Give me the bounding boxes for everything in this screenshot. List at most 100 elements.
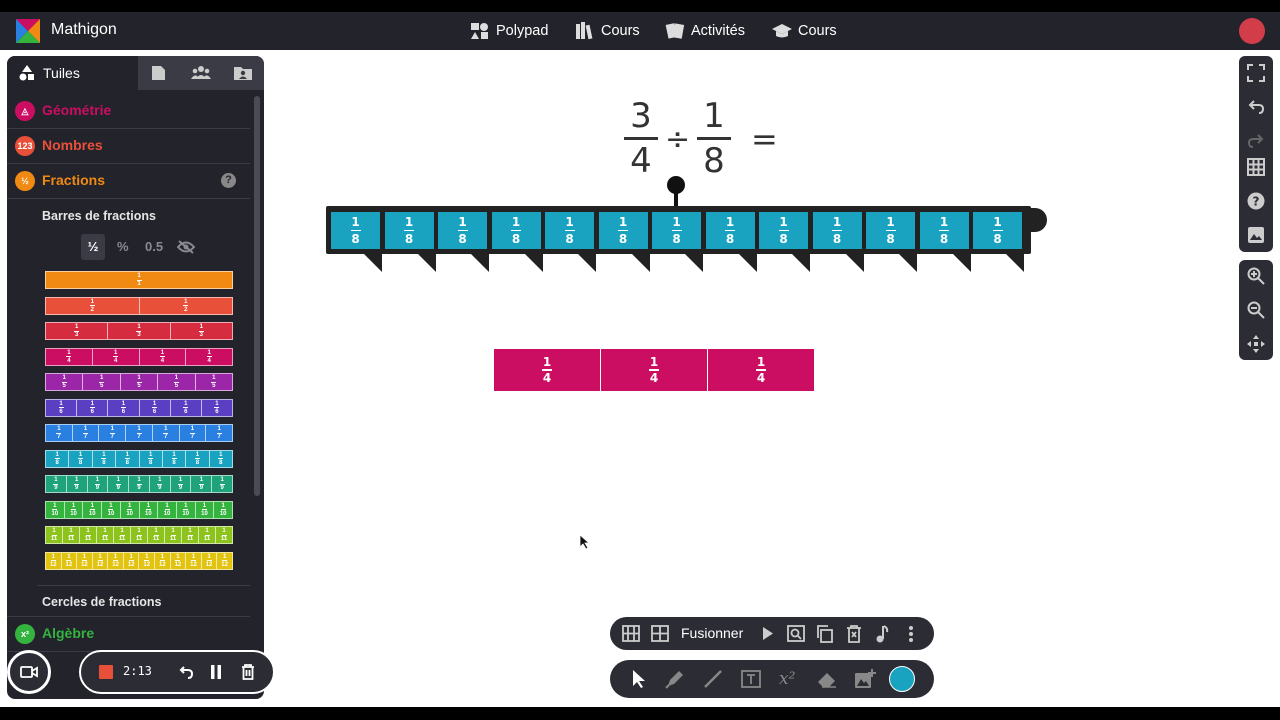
merge-button[interactable]: Fusionner [681, 625, 743, 641]
eighth-tile[interactable]: 18 [545, 212, 594, 249]
select-pointer-icon[interactable] [632, 669, 648, 689]
eighth-tile[interactable]: 18 [973, 212, 1022, 249]
eighth-tile[interactable]: 18 [491, 212, 541, 249]
format-decimal-button[interactable]: 0.5 [145, 234, 163, 260]
segment-label: 1 12 [205, 553, 213, 568]
numerator: 1 [703, 96, 725, 136]
eighth-tile[interactable]: 18 [705, 212, 755, 249]
grid-split-icon[interactable] [622, 625, 640, 642]
category-nombres[interactable]: 123 Nombres [7, 129, 250, 164]
eighth-tile[interactable]: 18 [812, 212, 862, 249]
fraction-bar-1-7[interactable]: 17 17 17 17 17 17 17 [45, 424, 233, 442]
user-avatar[interactable] [1239, 18, 1265, 44]
music-note-icon[interactable] [875, 625, 889, 643]
equation-tool-icon[interactable]: x² [779, 669, 795, 689]
fullscreen-icon[interactable] [1247, 64, 1265, 82]
pan-icon[interactable] [1247, 335, 1265, 353]
eighth-tile[interactable]: 18 [384, 212, 434, 249]
nav-cours-2[interactable]: Cours [772, 12, 837, 50]
category-label: Fractions [42, 172, 106, 188]
fraction-bar-1-2[interactable]: 12 12 [45, 296, 233, 315]
users-icon[interactable] [191, 65, 211, 81]
brand-name[interactable]: Mathigon [51, 21, 117, 39]
eighth-tile[interactable]: 18 [759, 212, 808, 249]
fraction-line [697, 137, 731, 140]
sidebar-scrollbar[interactable] [254, 96, 260, 496]
zoom-fit-icon[interactable] [787, 625, 805, 642]
segment-label: 19 [219, 477, 225, 491]
segment-label: 18 [78, 451, 84, 466]
eighth-tile[interactable]: 18 [652, 212, 701, 249]
pause-icon[interactable] [210, 665, 222, 679]
eighth-tile[interactable]: 18 [919, 212, 969, 249]
eighth-tile[interactable]: 18 [438, 212, 487, 249]
segment-label: 18 [101, 451, 107, 466]
category-fractions[interactable]: ½ Fractions ? [7, 164, 250, 199]
fraction-bar-1-10[interactable]: 1 10 1 10 1 10 1 10 1 10 1 10 1 10 1 10 1 10 1 10 [45, 500, 233, 519]
fraction-bar-1-1[interactable]: 11 [45, 271, 233, 289]
eighth-tile[interactable]: 18 [598, 212, 648, 249]
file-icon[interactable] [150, 65, 166, 81]
mathigon-logo[interactable] [16, 19, 40, 43]
fraction-bar-segment: 1 10 [46, 501, 65, 518]
fraction-bar-1-6[interactable]: 16 16 16 16 16 16 [45, 398, 233, 417]
duplicate-icon[interactable] [816, 625, 833, 643]
grid-icon[interactable] [1247, 158, 1265, 176]
number-line-tick [415, 252, 436, 272]
trash-icon[interactable] [241, 664, 255, 680]
fraction-one-eighth[interactable]: 1 8 [697, 98, 731, 179]
line-tool-icon[interactable] [703, 669, 723, 689]
fraction-line [624, 137, 658, 140]
zoom-out-icon[interactable] [1247, 301, 1265, 319]
delete-icon[interactable] [846, 625, 862, 643]
more-vertical-icon[interactable] [908, 625, 914, 643]
nav-cours[interactable]: Cours [575, 12, 640, 50]
segment-label: 1 12 [96, 553, 104, 568]
add-image-icon[interactable] [854, 668, 876, 690]
segment-label: 16 [58, 400, 64, 415]
fraction-bar-1-3[interactable]: 13 13 13 [45, 322, 233, 340]
fraction-bar-1-12[interactable]: 1 12 1 12 1 12 1 12 1 12 1 12 1 12 1 12 1 12 1 12 1 12 1 12 [45, 551, 233, 570]
segment-label: 19 [53, 477, 59, 491]
camera-button[interactable] [7, 650, 51, 694]
fraction-bar-segment: 1 12 [202, 552, 218, 569]
help-circle-icon[interactable]: ? [1247, 192, 1265, 210]
fraction-bar-1-5[interactable]: 15 15 15 15 15 [45, 373, 233, 391]
fraction-three-quarters[interactable]: 3 4 [624, 98, 658, 179]
text-box-icon[interactable] [740, 669, 762, 689]
pen-icon[interactable] [665, 669, 685, 689]
number-line-end[interactable] [1020, 208, 1047, 232]
grid-merge-icon[interactable] [651, 625, 669, 642]
eighth-tile[interactable]: 18 [331, 212, 380, 249]
stop-record-button[interactable] [99, 665, 113, 679]
fraction-bar-segment: 16 [171, 399, 202, 416]
fraction-bar-1-4[interactable]: 14 14 14 14 [45, 347, 233, 366]
eye-off-icon[interactable] [177, 240, 195, 254]
eraser-icon[interactable] [816, 670, 838, 688]
color-picker-button[interactable] [889, 666, 915, 692]
quarter-tile[interactable]: 14 [708, 349, 814, 391]
nav-polypad[interactable]: Polypad [470, 12, 548, 50]
fraction-bar-1-8[interactable]: 18 18 18 18 18 18 18 18 [45, 449, 233, 468]
segment-label: 17 [56, 426, 62, 440]
image-icon[interactable] [1247, 226, 1265, 244]
undo-record-icon[interactable] [178, 665, 194, 679]
tab-tuiles[interactable]: Tuiles [7, 56, 138, 90]
redo-icon[interactable] [1247, 132, 1265, 150]
category-geometrie[interactable]: ◬ Géométrie [7, 94, 250, 129]
nav-activites[interactable]: Activités [665, 12, 745, 50]
fraction-bar-1-11[interactable]: 1 11 1 11 1 11 1 11 1 11 1 11 1 11 1 11 1 11 1 11 1 11 [45, 526, 233, 544]
format-percent-button[interactable]: % [117, 234, 129, 260]
eighth-tile[interactable]: 18 [866, 212, 915, 249]
fraction-bar-1-9[interactable]: 19 19 19 19 19 19 19 19 19 [45, 475, 233, 493]
fraction-bar-segment: 13 [46, 323, 109, 339]
folder-user-icon[interactable] [234, 65, 252, 81]
quarter-tile[interactable]: 14 [494, 349, 600, 391]
help-icon[interactable]: ? [221, 173, 236, 188]
format-fraction-button[interactable]: ½ [81, 234, 105, 260]
category-algebre[interactable]: x² Algèbre [7, 616, 250, 652]
quarter-tile[interactable]: 14 [601, 349, 707, 391]
play-icon[interactable] [762, 627, 774, 640]
undo-icon[interactable] [1247, 98, 1265, 116]
zoom-in-icon[interactable] [1247, 267, 1265, 285]
